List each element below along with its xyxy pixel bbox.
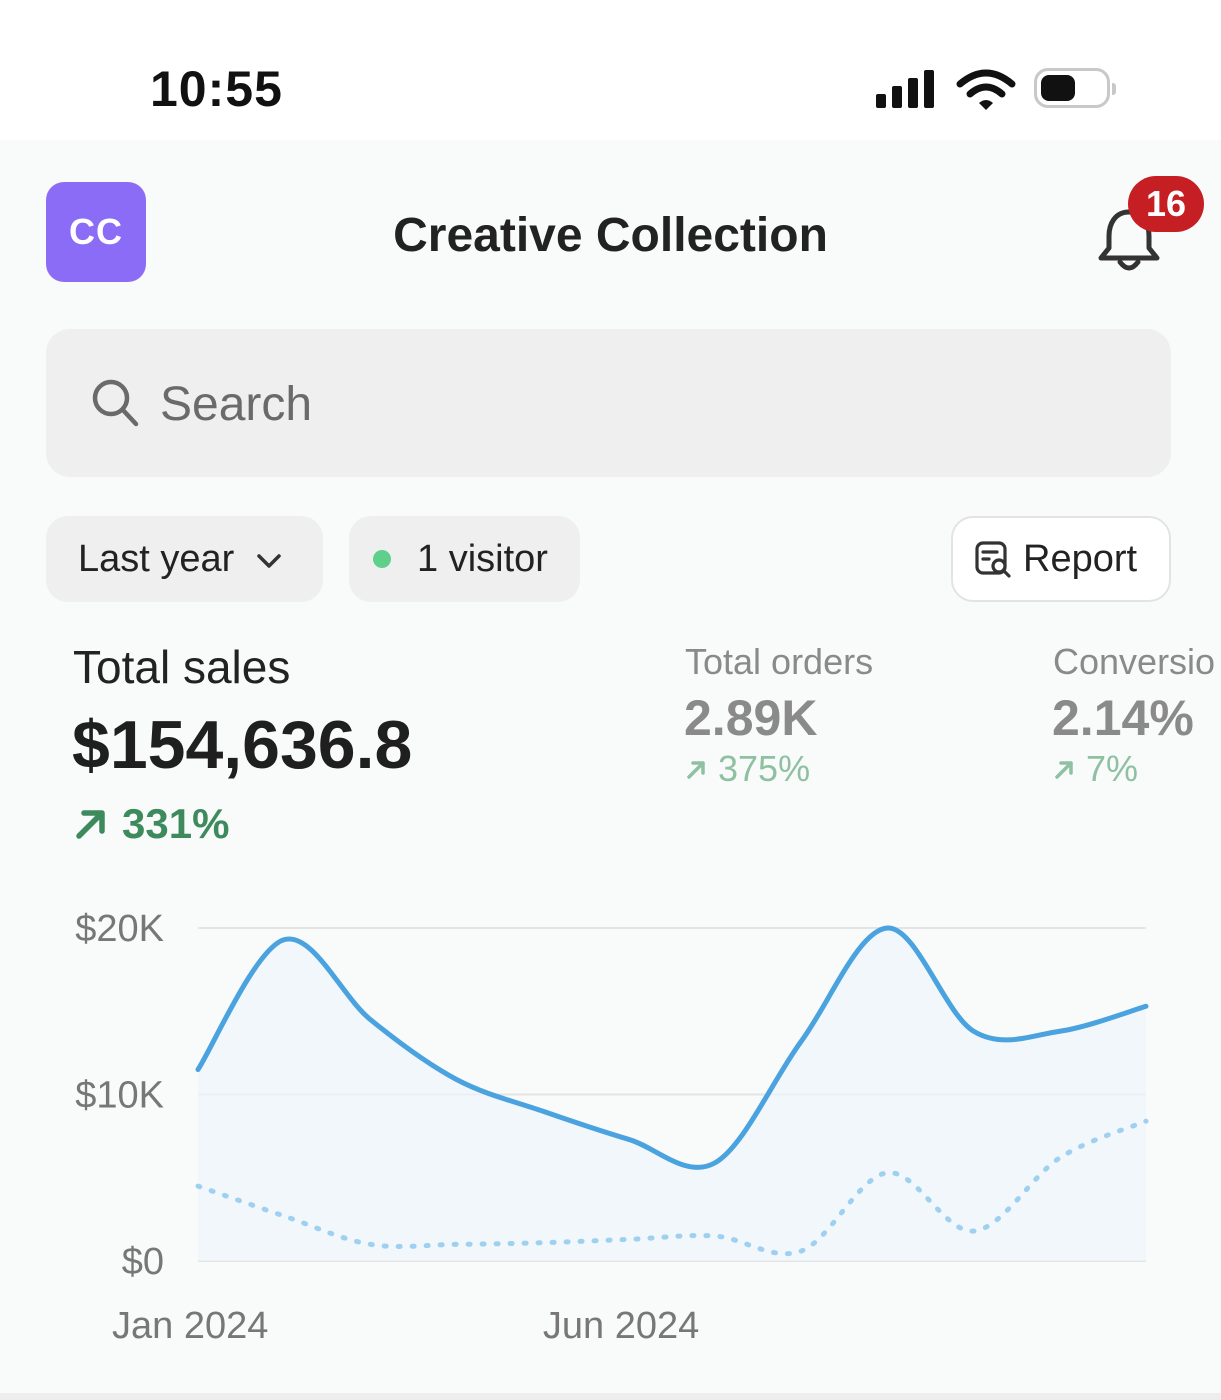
battery-icon — [1034, 68, 1116, 108]
trend-up-icon — [1055, 761, 1073, 779]
y-tick-label: $20K — [75, 908, 164, 950]
notification-badge: 16 — [1128, 176, 1204, 232]
conversion-change: 7% — [1052, 748, 1138, 790]
conversion-value: 2.14% — [1052, 690, 1194, 746]
total-orders-value: 2.89K — [684, 690, 818, 746]
sales-chart[interactable]: $20K $10K $0 Jan 2024 Jun 2024 — [0, 880, 1221, 1380]
total-sales-change-value: 331% — [122, 800, 230, 847]
report-button[interactable]: Report — [951, 516, 1171, 602]
cellular-signal-icon — [876, 70, 938, 108]
live-visitors-label: 1 visitor — [417, 537, 548, 580]
report-label: Report — [1023, 537, 1138, 580]
search-input[interactable] — [158, 365, 1062, 443]
date-range-dropdown[interactable]: Last year — [46, 516, 323, 602]
bottom-divider — [0, 1393, 1221, 1400]
y-tick-label: $0 — [122, 1241, 164, 1283]
x-tick-label: Jan 2024 — [112, 1305, 268, 1347]
store-title: Creative Collection — [393, 209, 828, 262]
live-visitors-chip[interactable]: 1 visitor — [349, 516, 580, 602]
report-icon — [975, 541, 1011, 578]
total-orders-change: 375% — [684, 748, 810, 790]
trend-up-icon — [687, 761, 705, 779]
x-tick-label: Jun 2024 — [543, 1305, 699, 1347]
total-orders-label: Total orders — [685, 641, 874, 682]
search-icon — [92, 379, 139, 427]
chevron-down-icon — [257, 554, 282, 568]
total-orders-change-value: 375% — [718, 748, 811, 789]
y-tick-label: $10K — [75, 1075, 164, 1117]
search-bar[interactable] — [46, 329, 1171, 477]
status-time: 10:55 — [150, 61, 283, 117]
wifi-icon — [956, 69, 1016, 110]
total-sales-value: $154,636.8 — [72, 707, 413, 783]
conversion-change-value: 7% — [1086, 748, 1139, 789]
trend-up-icon — [76, 810, 105, 839]
live-status-dot — [373, 550, 391, 568]
conversion-label: Conversio — [1053, 641, 1216, 682]
total-sales-change: 331% — [72, 800, 229, 848]
date-range-label: Last year — [78, 537, 235, 580]
total-sales-label: Total sales — [73, 641, 291, 693]
